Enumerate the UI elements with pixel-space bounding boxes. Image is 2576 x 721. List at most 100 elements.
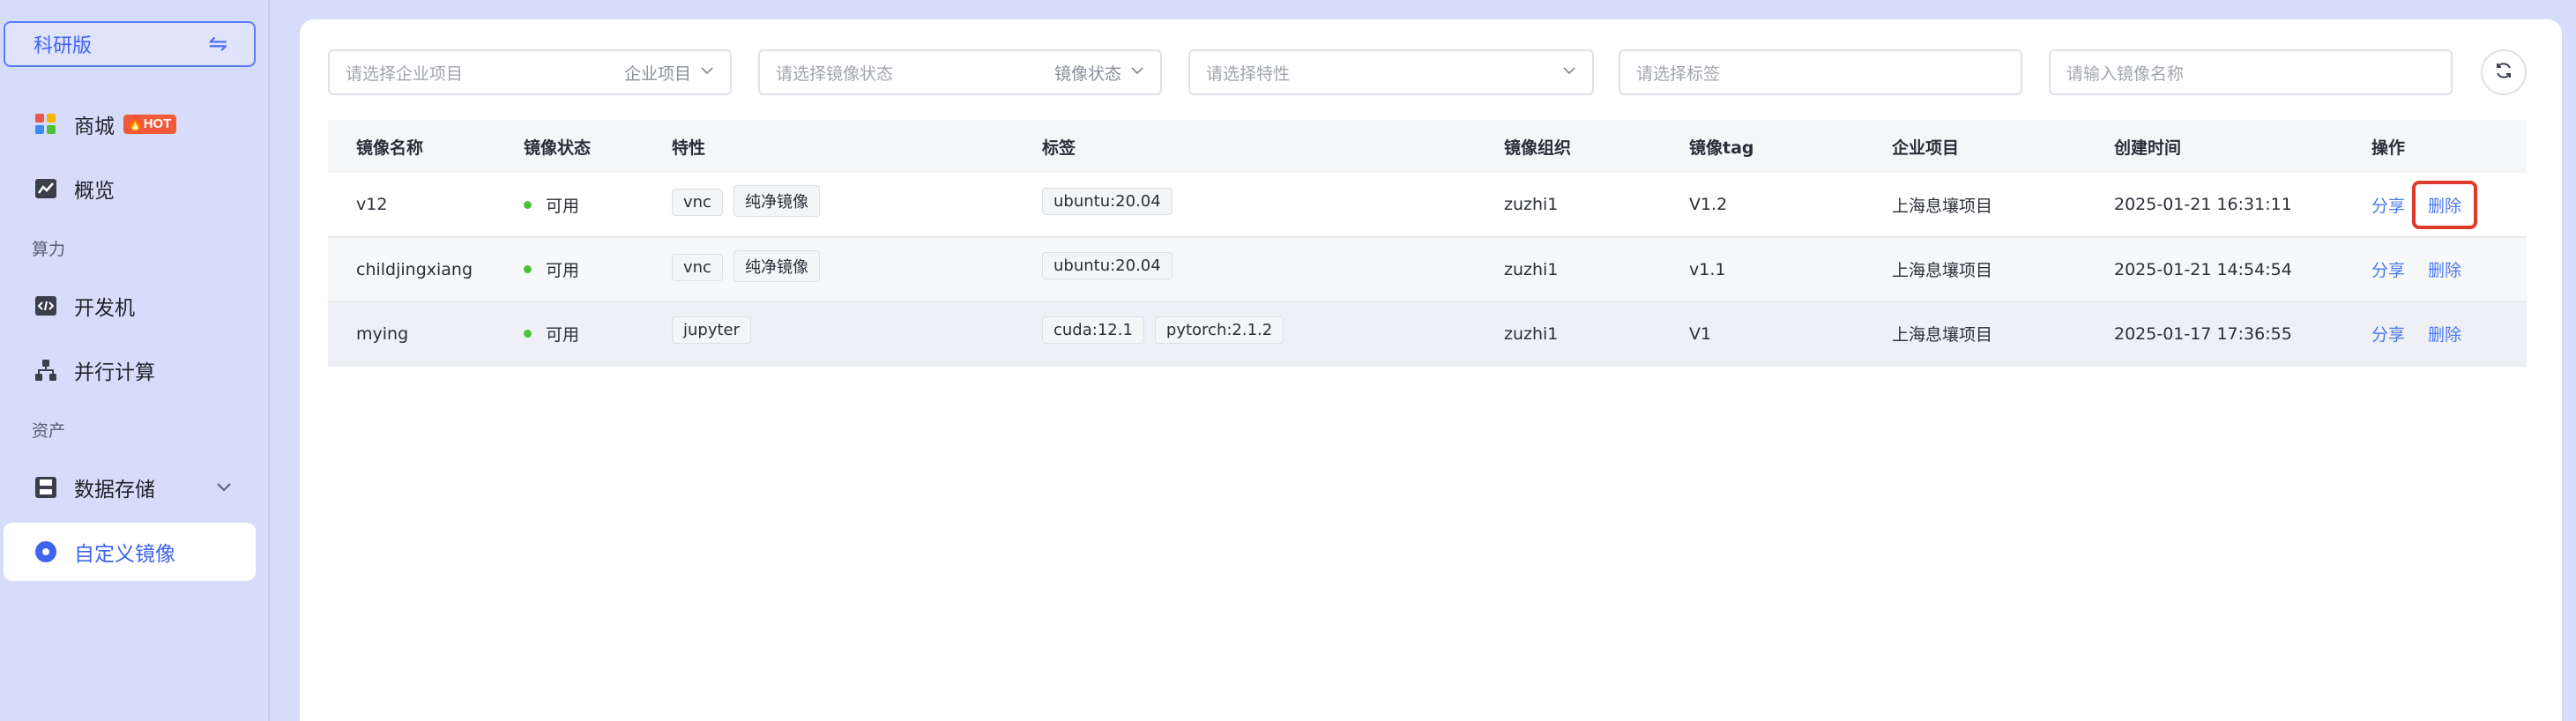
- chart-icon: [34, 176, 58, 201]
- hierarchy-icon: [34, 358, 58, 383]
- refresh-button[interactable]: [2481, 49, 2527, 95]
- edition-label: 科研版: [34, 35, 93, 57]
- header-created: 创建时间: [2114, 138, 2182, 158]
- feature-select-placeholder: 请选择特性: [1206, 63, 1291, 84]
- feature-tag: vnc: [672, 253, 723, 281]
- chevron-down-icon: [1553, 63, 1576, 82]
- share-link[interactable]: 分享: [2371, 325, 2405, 345]
- cell-status: 可用: [524, 301, 672, 366]
- store-icon: [34, 112, 58, 137]
- sidebar-item-parallel[interactable]: 并行计算: [4, 341, 256, 399]
- cell-features: vnc 纯净镜像: [672, 173, 1042, 237]
- sidebar-item-custom-image[interactable]: 自定义镜像: [4, 523, 256, 581]
- label-tag: ubuntu:20.04: [1042, 187, 1173, 215]
- cell-name: mying: [356, 323, 409, 344]
- feature-select[interactable]: 请选择特性: [1188, 49, 1594, 95]
- sidebar-item-label: 自定义镜像: [74, 543, 175, 566]
- status-select[interactable]: 请选择镜像状态 镜像状态: [758, 49, 1162, 95]
- share-link[interactable]: 分享: [2371, 197, 2405, 216]
- project-select-placeholder: 请选择企业项目: [346, 63, 464, 84]
- swap-icon: ⇋: [208, 31, 227, 57]
- refresh-icon: [2494, 61, 2513, 84]
- cell-ops: 分享 删除: [2371, 173, 2527, 237]
- status-dot-icon: [524, 265, 532, 273]
- header-project: 企业项目: [1892, 138, 1960, 158]
- cell-name: childjingxiang: [356, 259, 473, 279]
- cell-features: vnc 纯净镜像: [672, 237, 1042, 301]
- delete-link[interactable]: 删除: [2428, 197, 2461, 216]
- cell-ops: 分享 删除: [2371, 301, 2527, 366]
- section-label-compute: 算力: [32, 240, 66, 259]
- tag-select-placeholder: 请选择标签: [1636, 63, 1721, 84]
- share-link[interactable]: 分享: [2371, 261, 2405, 280]
- cell-tag: V1: [1689, 323, 1712, 344]
- cell-tags: cuda:12.1 pytorch:2.1.2: [1042, 301, 1504, 366]
- name-search-input[interactable]: 请输入镜像名称: [2049, 49, 2453, 95]
- cell-org: zuzhi1: [1504, 323, 1559, 344]
- header-tags: 标签: [1042, 138, 1076, 158]
- image-icon: [34, 539, 58, 564]
- delete-highlight-box: 删除: [2412, 180, 2478, 229]
- feature-tag: jupyter: [672, 316, 752, 344]
- sidebar-item-storage[interactable]: 数据存储: [4, 458, 256, 517]
- cell-org: zuzhi1: [1504, 259, 1559, 279]
- edition-switch-button[interactable]: 科研版 ⇋: [4, 21, 256, 67]
- header-org: 镜像组织: [1504, 138, 1572, 158]
- chevron-down-icon: [691, 63, 714, 82]
- cell-name: v12: [356, 195, 388, 214]
- sidebar-item-store[interactable]: 商城 🔥HOT: [4, 95, 256, 153]
- cell-project: 上海息壤项目: [1892, 261, 1993, 280]
- project-select[interactable]: 请选择企业项目 企业项目: [328, 49, 732, 95]
- status-dot-icon: [524, 200, 532, 209]
- sidebar-item-label: 概览: [74, 180, 115, 203]
- cell-tags: ubuntu:20.04: [1042, 237, 1504, 301]
- code-icon: [34, 294, 58, 318]
- label-tag: pytorch:2.1.2: [1154, 316, 1284, 344]
- hot-badge: 🔥HOT: [123, 115, 177, 134]
- image-table: 镜像名称 镜像状态 特性 标签 镜像组织 镜像tag 企业项目 创建时间 操作 …: [328, 120, 2527, 367]
- status-select-label: 镜像状态: [1053, 63, 1121, 84]
- table-row: childjingxiang 可用 vnc 纯净镜像 ubuntu:20.04 z…: [328, 237, 2527, 301]
- sidebar: 科研版 ⇋ 商城 🔥HOT 概览 算力 开发机 并行计算 资产 数据存储 自定义…: [0, 0, 270, 721]
- cell-project: 上海息壤项目: [1892, 325, 1993, 345]
- chevron-down-icon[interactable]: [215, 478, 233, 501]
- cell-project: 上海息壤项目: [1892, 196, 1993, 216]
- cell-org: zuzhi1: [1504, 195, 1559, 214]
- cell-ops: 分享 删除: [2371, 237, 2527, 301]
- chevron-down-icon: [1121, 63, 1144, 82]
- cell-tags: ubuntu:20.04: [1042, 173, 1504, 237]
- status-select-placeholder: 请选择镜像状态: [776, 63, 894, 84]
- tag-select[interactable]: 请选择标签: [1619, 49, 2022, 95]
- section-label-assets: 资产: [32, 421, 66, 441]
- cell-tag: V1.2: [1689, 195, 1728, 214]
- cell-created: 2025-01-21 16:31:11: [2114, 195, 2292, 214]
- cell-created: 2025-01-17 17:36:55: [2114, 323, 2292, 344]
- header-status: 镜像状态: [524, 138, 592, 158]
- feature-tag: 纯净镜像: [733, 249, 820, 282]
- cell-status: 可用: [524, 237, 672, 301]
- sidebar-item-label: 商城: [74, 115, 115, 138]
- project-select-label: 企业项目: [623, 63, 691, 84]
- status-dot-icon: [524, 330, 532, 338]
- feature-tag: vnc: [672, 189, 723, 216]
- sidebar-item-label: 数据存储: [74, 479, 155, 502]
- header-name: 镜像名称: [356, 138, 424, 158]
- cell-status: 可用: [524, 173, 672, 237]
- cell-features: jupyter: [672, 301, 1042, 366]
- label-tag: cuda:12.1: [1042, 316, 1144, 344]
- table-row: v12 可用 vnc 纯净镜像 ubuntu:20.04 zuzhi1 V1.2 …: [328, 173, 2527, 237]
- delete-link[interactable]: 删除: [2428, 325, 2461, 345]
- sidebar-item-devbox[interactable]: 开发机: [4, 277, 256, 335]
- header-features: 特性: [672, 138, 706, 158]
- cell-created: 2025-01-21 14:54:54: [2114, 259, 2292, 279]
- cell-tag: v1.1: [1689, 259, 1726, 279]
- name-search-placeholder: 请输入镜像名称: [2066, 63, 2185, 84]
- table-header-row: 镜像名称 镜像状态 特性 标签 镜像组织 镜像tag 企业项目 创建时间 操作: [328, 120, 2527, 173]
- header-ops: 操作: [2371, 138, 2406, 158]
- sidebar-item-overview[interactable]: 概览: [4, 160, 256, 218]
- sidebar-item-label: 并行计算: [74, 361, 155, 384]
- feature-tag: 纯净镜像: [733, 185, 820, 217]
- header-tag: 镜像tag: [1689, 138, 1754, 158]
- sidebar-item-label: 开发机: [74, 297, 135, 320]
- delete-link[interactable]: 删除: [2428, 261, 2461, 280]
